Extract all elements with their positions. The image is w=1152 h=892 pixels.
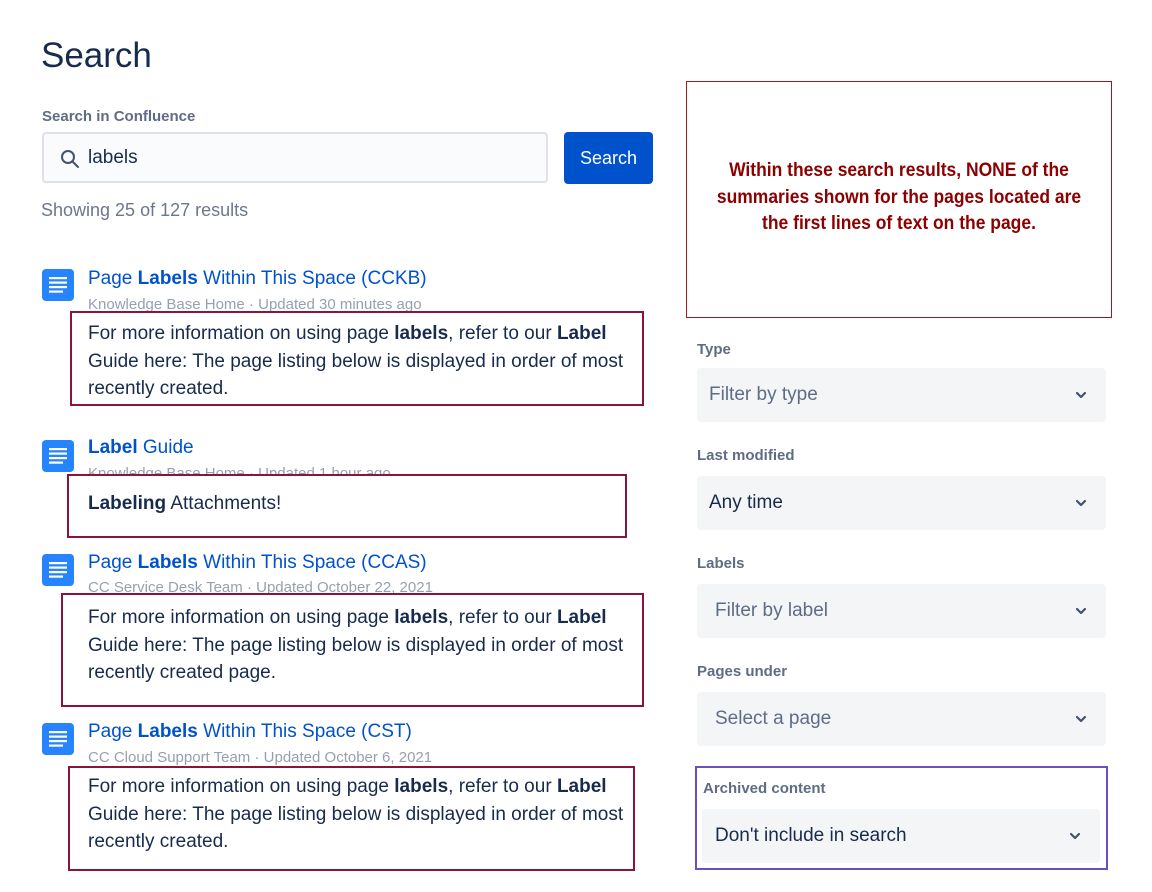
result-summary: For more information on using page label… xyxy=(88,323,624,399)
page-icon xyxy=(42,723,74,755)
chevron-down-icon xyxy=(1075,715,1087,723)
filter-pages-under-value: Select a page xyxy=(715,708,832,729)
annotation-box: Within these search results, NONE of the… xyxy=(686,81,1112,318)
filter-type-label: Type xyxy=(697,341,731,358)
search-button[interactable]: Search xyxy=(564,132,653,184)
filter-last-modified-label: Last modified xyxy=(697,447,795,464)
search-icon xyxy=(61,150,79,168)
chevron-down-icon xyxy=(1075,607,1087,615)
chevron-down-icon xyxy=(1069,832,1081,840)
filter-archived-label: Archived content xyxy=(703,780,826,797)
filter-labels-value: Filter by label xyxy=(715,600,828,621)
results-count: Showing 25 of 127 results xyxy=(41,200,249,220)
search-field[interactable] xyxy=(42,132,548,183)
page-icon xyxy=(42,269,74,301)
filter-labels-label: Labels xyxy=(697,555,745,572)
filter-last-modified-value: Any time xyxy=(709,492,783,513)
filter-pages-under-select[interactable]: Select a page xyxy=(697,692,1106,746)
filter-type-select[interactable]: Filter by type xyxy=(697,368,1106,422)
chevron-down-icon xyxy=(1075,499,1087,507)
search-label: Search in Confluence xyxy=(42,108,196,125)
page-icon xyxy=(42,554,74,586)
result-summary: Labeling Attachments! xyxy=(88,493,282,514)
page-title: Search xyxy=(41,36,152,75)
result-space-link[interactable]: CC Cloud Support Team xyxy=(88,749,250,766)
filter-type-value: Filter by type xyxy=(709,384,818,405)
result-meta: CC Cloud Support Team · Updated October … xyxy=(88,749,433,766)
filter-pages-under-label: Pages under xyxy=(697,663,788,680)
search-input[interactable] xyxy=(88,144,528,172)
result-title-link[interactable]: Page Labels Within This Space (CCKB) xyxy=(88,268,427,290)
result-summary: For more information on using page label… xyxy=(88,776,624,852)
chevron-down-icon xyxy=(1075,391,1087,399)
filter-last-modified-select[interactable]: Any time xyxy=(697,476,1106,530)
result-title-link[interactable]: Page Labels Within This Space (CST) xyxy=(88,721,412,743)
result-summary: For more information on using page label… xyxy=(88,607,624,683)
result-title-link[interactable]: Page Labels Within This Space (CCAS) xyxy=(88,552,427,574)
filter-archived-value: Don't include in search xyxy=(715,825,907,846)
page-icon xyxy=(42,440,74,472)
result-title-link[interactable]: Label Guide xyxy=(88,437,194,459)
filter-labels-select[interactable]: Filter by label xyxy=(697,584,1106,638)
filter-archived-select[interactable]: Don't include in search xyxy=(702,809,1100,863)
annotation-text: Within these search results, NONE of the… xyxy=(716,160,1082,234)
